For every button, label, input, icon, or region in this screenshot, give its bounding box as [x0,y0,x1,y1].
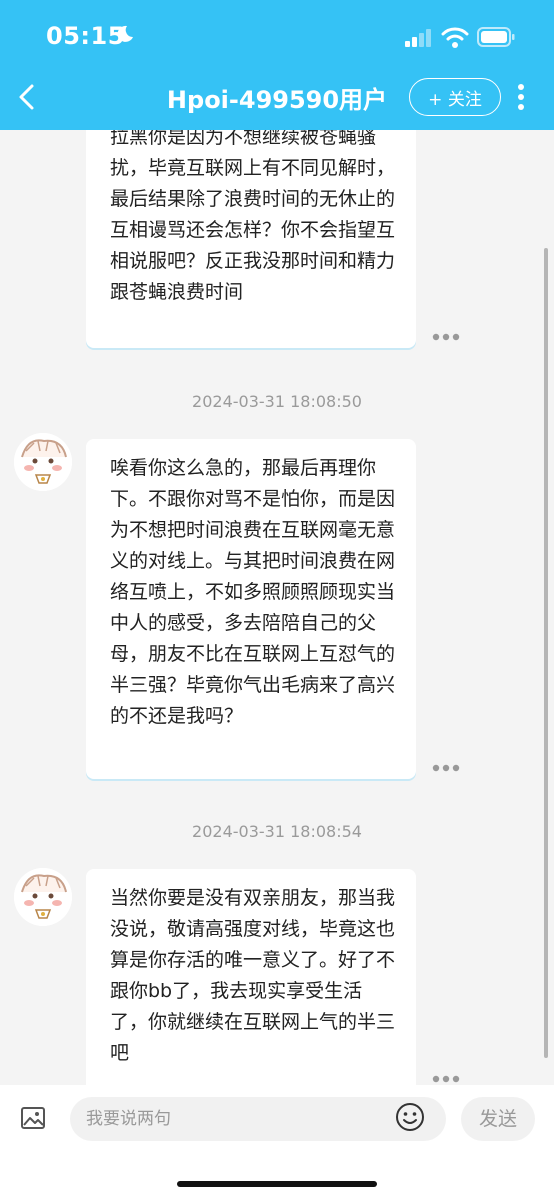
emoji-icon[interactable] [394,1101,426,1133]
battery-icon [477,27,515,47]
message-text: 唉看你这么急的，那最后再理你下。不跟你对骂不是怕你，而是因为不想把时间浪费在互联… [110,457,396,727]
message-timestamp: 2024-03-31 18:08:50 [192,392,362,411]
message-text: 当然你要是没有双亲朋友，那当我没说，敬请高强度对线，毕竟这也算是你存活的唯一意义… [110,887,396,1064]
message-composer: 我要说两句 发送 [0,1085,554,1153]
avatar-image [14,433,72,491]
image-icon[interactable] [20,1105,46,1131]
message-bubble[interactable]: 当然你要是没有双亲朋友，那当我没说，敬请高强度对线，毕竟这也算是你存活的唯一意义… [86,869,416,1085]
more-vertical-icon[interactable] [512,82,530,112]
home-indicator-area [0,1153,554,1199]
more-options-icon[interactable] [432,332,460,342]
signal-icon [405,29,431,47]
message-list[interactable]: 拉黑你是因为不想继续被苍蝇骚扰，毕竟互联网上有不同见解时，最后结果除了浪费时间的… [0,130,554,1085]
avatar[interactable] [14,868,72,926]
follow-button[interactable]: + 关注 [409,78,501,116]
avatar-image [14,868,72,926]
follow-label: + 关注 [428,89,482,110]
home-indicator[interactable] [177,1181,377,1187]
avatar[interactable] [14,433,72,491]
message-timestamp: 2024-03-31 18:08:54 [192,822,362,841]
status-bar: 05:15 [0,0,554,72]
more-options-icon[interactable] [432,763,460,773]
scrollbar[interactable] [544,248,548,1058]
send-button[interactable]: 发送 [461,1097,535,1141]
more-options-icon[interactable] [432,1074,460,1084]
message-input[interactable]: 我要说两句 [70,1097,446,1141]
app-header: 05:15 Hpoi-499590用户 + 关注 [0,0,554,130]
wifi-icon [441,27,469,48]
message-text: 拉黑你是因为不想继续被苍蝇骚扰，毕竟互联网上有不同见解时，最后结果除了浪费时间的… [110,130,396,303]
moon-icon [117,25,133,42]
nav-bar: Hpoi-499590用户 + 关注 [0,72,554,130]
message-bubble[interactable]: 唉看你这么急的，那最后再理你下。不跟你对骂不是怕你，而是因为不想把时间浪费在互联… [86,439,416,779]
message-bubble[interactable]: 拉黑你是因为不想继续被苍蝇骚扰，毕竟互联网上有不同见解时，最后结果除了浪费时间的… [86,130,416,348]
status-time: 05:15 [46,22,125,50]
